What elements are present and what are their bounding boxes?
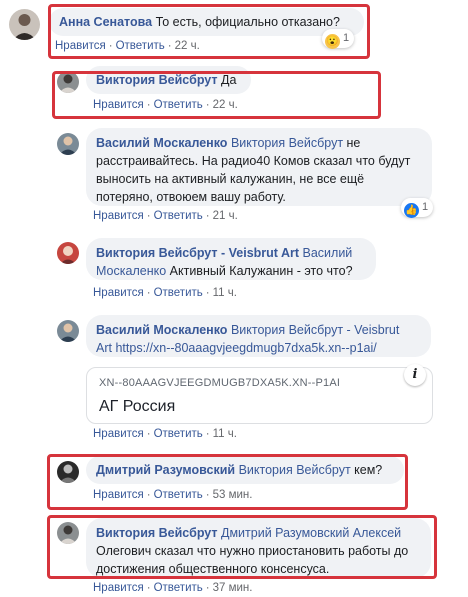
comment-time[interactable]: 21 ч. bbox=[213, 210, 238, 222]
highlight-box bbox=[48, 4, 370, 59]
comment-time[interactable]: 11 ч. bbox=[213, 428, 237, 440]
info-icon[interactable]: i bbox=[404, 364, 426, 386]
comment-mention[interactable]: Виктория Вейсбрут - Veisbrut bbox=[231, 323, 399, 337]
comment-text: потеряно, отвоюем вашу работу. bbox=[96, 190, 286, 204]
like-link[interactable]: Нравится bbox=[93, 210, 144, 222]
like-link[interactable]: Нравится bbox=[93, 287, 144, 299]
like-link[interactable]: Нравится bbox=[93, 582, 144, 594]
link-preview-card[interactable]: XN--80AAAGVJEEGDMUGB7DXA5K.XN--P1AI АГ Р… bbox=[86, 364, 433, 424]
reply-link[interactable]: Ответить bbox=[154, 428, 203, 440]
link-preview-title: АГ Россия bbox=[99, 398, 176, 415]
comment-bubble: Василий Москаленко Виктория Вейсбрут - V… bbox=[86, 315, 431, 357]
reaction-count[interactable]: 👍 1 bbox=[401, 198, 434, 218]
comment-actions: Нравится · Ответить · 11 ч. bbox=[93, 287, 237, 299]
link-preview-domain: XN--80AAAGVJEEGDMUGB7DXA5K.XN--P1AI bbox=[99, 377, 341, 389]
avatar[interactable] bbox=[9, 9, 40, 40]
highlight-box bbox=[47, 515, 437, 579]
avatar[interactable] bbox=[57, 242, 79, 264]
comment-link[interactable]: https://xn--80aaagvjeegdmugb7dxa5k.xn--p… bbox=[115, 341, 376, 355]
comment-author[interactable]: Василий Москаленко bbox=[96, 323, 227, 337]
comment-bubble: Василий Москаленко Виктория Вейсбрут не … bbox=[86, 128, 432, 206]
highlight-box bbox=[47, 454, 408, 510]
comment-bubble: Виктория Вейсбрут - Veisbrut Art Василий… bbox=[86, 238, 376, 280]
comment-time[interactable]: 11 ч. bbox=[213, 287, 237, 299]
comment-text: не bbox=[346, 136, 361, 150]
comment-author[interactable]: Василий Москаленко bbox=[96, 136, 227, 150]
comment-text: расстраивайтесь. На радио40 Комов сказал… bbox=[96, 154, 411, 168]
comment-actions: Нравится · Ответить · 11 ч. bbox=[93, 428, 237, 440]
reply-link[interactable]: Ответить bbox=[154, 287, 203, 299]
avatar[interactable] bbox=[57, 133, 79, 155]
comment-author[interactable]: Виктория Вейсбрут - Veisbrut Art bbox=[96, 246, 299, 260]
comment-mention[interactable]: Москаленко bbox=[96, 264, 166, 278]
comment-text: выносить на активный калужанин, не все е… bbox=[96, 172, 365, 186]
comment-mention[interactable]: Виктория Вейсбрут bbox=[231, 136, 343, 150]
comment-mention[interactable]: Art bbox=[96, 341, 112, 355]
comment-time[interactable]: 37 мин. bbox=[213, 582, 253, 594]
comment-actions: Нравится · Ответить · 37 мин. bbox=[93, 582, 253, 594]
like-icon: 👍 bbox=[404, 203, 419, 218]
comment-text: Активный Калужанин - это что? bbox=[169, 264, 353, 278]
like-link[interactable]: Нравится bbox=[93, 428, 144, 440]
reply-link[interactable]: Ответить bbox=[154, 582, 203, 594]
highlight-box bbox=[52, 71, 381, 119]
comment-mention[interactable]: Василий bbox=[303, 246, 353, 260]
reply-link[interactable]: Ответить bbox=[154, 210, 203, 222]
comment-actions: Нравится · Ответить · 21 ч. bbox=[93, 210, 238, 222]
avatar[interactable] bbox=[57, 320, 79, 342]
